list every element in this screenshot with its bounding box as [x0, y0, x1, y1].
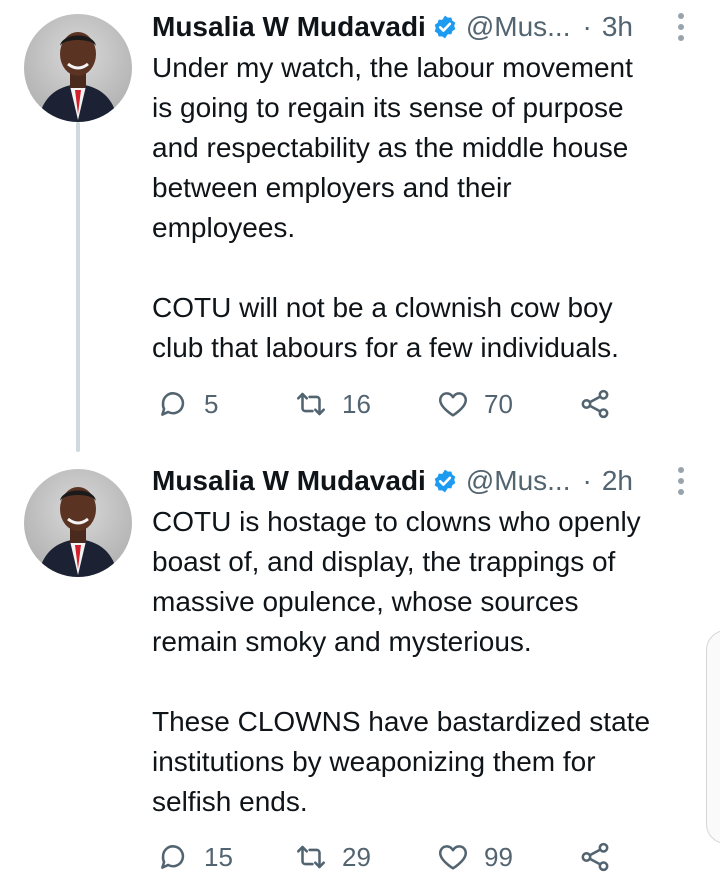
- timestamp[interactable]: 2h: [602, 465, 633, 497]
- heart-icon: [438, 392, 468, 417]
- verified-badge-icon: [434, 15, 456, 39]
- author-handle[interactable]: @Mus...: [466, 465, 571, 497]
- like-count: 99: [484, 841, 513, 872]
- more-vertical-icon[interactable]: [676, 466, 686, 496]
- reply-count: 15: [204, 841, 233, 872]
- tweet-text: COTU is hostage to clowns who openly boa…: [152, 506, 651, 817]
- like-button[interactable]: 99: [436, 837, 513, 877]
- reply-icon: [161, 845, 185, 869]
- retweet-count: 29: [342, 841, 371, 872]
- avatar[interactable]: [24, 14, 132, 122]
- retweet-count: 16: [342, 388, 371, 419]
- retweet-button[interactable]: 29: [294, 837, 371, 877]
- more-vertical-icon[interactable]: [676, 12, 686, 42]
- heart-icon: [438, 845, 468, 870]
- separator-dot: ·: [582, 11, 592, 42]
- tweet-text: Under my watch, the labour movement is g…: [152, 52, 633, 363]
- separator-dot: ·: [582, 465, 592, 496]
- retweet-icon: [296, 845, 326, 869]
- reply-button[interactable]: 5: [156, 384, 218, 424]
- verified-badge-icon: [434, 469, 456, 493]
- floating-panel-edge: [706, 630, 720, 844]
- author-name[interactable]: Musalia W Mudavadi: [152, 11, 426, 43]
- share-icon: [581, 842, 609, 872]
- retweet-button[interactable]: 16: [294, 384, 371, 424]
- tweet-actions: 5 16 70: [152, 384, 672, 424]
- share-button[interactable]: [578, 837, 612, 877]
- timestamp[interactable]: 3h: [602, 11, 633, 43]
- tweet-header: Musalia W Mudavadi @Mus... · 2h: [152, 459, 633, 503]
- retweet-icon: [296, 392, 326, 416]
- reply-count: 5: [204, 388, 219, 419]
- share-icon: [581, 389, 609, 419]
- thread-connector-line: [76, 122, 80, 452]
- avatar[interactable]: [24, 469, 132, 577]
- tweet-actions: 15 29 99: [152, 837, 672, 877]
- reply-icon: [161, 392, 185, 416]
- reply-button[interactable]: 15: [156, 837, 233, 877]
- share-button[interactable]: [578, 384, 612, 424]
- like-count: 70: [484, 388, 513, 419]
- author-handle[interactable]: @Mus...: [466, 11, 571, 43]
- like-button[interactable]: 70: [436, 384, 513, 424]
- tweet-header: Musalia W Mudavadi @Mus... · 3h: [152, 5, 633, 49]
- author-name[interactable]: Musalia W Mudavadi: [152, 465, 426, 497]
